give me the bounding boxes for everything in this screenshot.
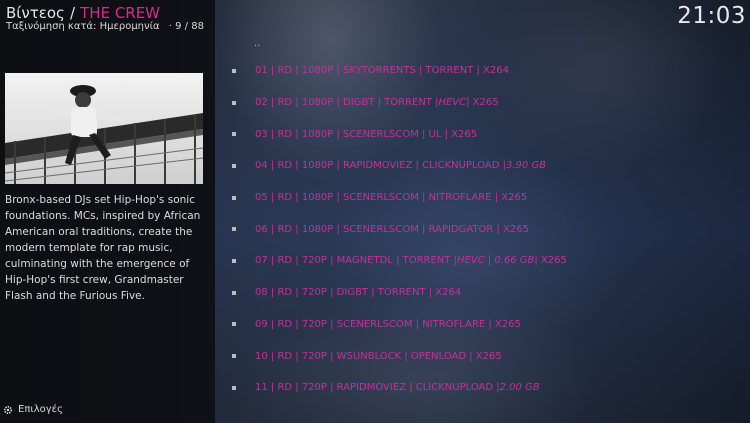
list-item-label: 01 | RD | 1080P | SKYTORRENTS | TORRENT … — [255, 65, 509, 77]
list-item-label: 11 | RD | 720P | RAPIDMOVIEZ | CLICKNUPL… — [255, 382, 500, 394]
square-bullet-icon — [232, 290, 236, 295]
list-item[interactable]: 02 | RD | 1080P | DIGBT | TORRENT | HEVC… — [228, 87, 748, 119]
parent-folder-item[interactable]: .. — [228, 38, 748, 55]
list-item-label: 08 | RD | 720P | DIGBT | TORRENT | X264 — [255, 287, 462, 299]
square-bullet-icon — [232, 100, 236, 105]
list-item-extra: 3.90 GB — [505, 160, 547, 172]
gear-icon — [3, 405, 13, 414]
page-title: THE CREW — [80, 4, 161, 22]
list-item-tail: | X265 — [534, 255, 567, 267]
list-item[interactable]: 07 | RD | 720P | MAGNETDL | TORRENT | HE… — [228, 245, 748, 277]
list-item[interactable]: 03 | RD | 1080P | SCENERLSCOM | UL | X26… — [228, 118, 748, 150]
square-bullet-icon — [232, 258, 236, 263]
list-item[interactable]: 05 | RD | 1080P | SCENERLSCOM | NITROFLA… — [228, 182, 748, 214]
breadcrumb-separator: / — [69, 4, 76, 22]
square-bullet-icon — [232, 195, 236, 200]
list-item[interactable]: 06 | RD | 1080P | SCENERLSCOM | RAPIDGAT… — [228, 213, 748, 245]
list-item[interactable]: 09 | RD | 720P | SCENERLSCOM | NITROFLAR… — [228, 309, 748, 341]
list-item[interactable]: 08 | RD | 720P | DIGBT | TORRENT | X264 — [228, 277, 748, 309]
list-item-label: 06 | RD | 1080P | SCENERLSCOM | RAPIDGAT… — [255, 223, 530, 235]
sort-info: Ταξινόμηση κατά: Ημερομηνία · 9 / 88 — [6, 21, 211, 32]
square-bullet-icon — [232, 68, 236, 73]
section-label: Βίντεος — [6, 4, 65, 22]
list-item[interactable]: 10 | RD | 720P | WSUNBLOCK | OPENLOAD | … — [228, 340, 748, 372]
item-count-value: 9 / 88 — [175, 21, 204, 32]
thumbnail-image — [5, 73, 203, 184]
item-count: · 9 / 88 — [168, 21, 204, 32]
breadcrumb: Βίντεος / THE CREW — [6, 3, 211, 22]
list-item[interactable]: 01 | RD | 1080P | SKYTORRENTS | TORRENT … — [228, 55, 748, 87]
square-bullet-icon — [232, 132, 236, 137]
list-item-label: 05 | RD | 1080P | SCENERLSCOM | NITROFLA… — [255, 192, 528, 204]
list-item-label: 07 | RD | 720P | MAGNETDL | TORRENT | — [255, 255, 457, 267]
plot-description: Bronx-based DJs set Hip-Hop's sonic foun… — [5, 194, 201, 302]
sort-label: Ταξινόμηση κατά: Ημερομηνία — [6, 21, 160, 32]
list-item-extra: HEVC — [438, 97, 467, 109]
square-bullet-icon — [232, 227, 236, 232]
list-item-extra: HEVC | 0.66 GB — [456, 255, 535, 267]
episode-thumbnail — [5, 73, 203, 184]
list-item[interactable]: 11 | RD | 720P | RAPIDMOVIEZ | CLICKNUPL… — [228, 372, 748, 404]
list-item-label: 04 | RD | 1080P | RAPIDMOVIEZ | CLICKNUP… — [255, 160, 506, 172]
list-item-label: 02 | RD | 1080P | DIGBT | TORRENT | — [255, 97, 439, 109]
square-bullet-icon — [232, 354, 236, 359]
options-button[interactable]: Επιλογές — [3, 404, 63, 415]
square-bullet-icon — [232, 385, 236, 390]
list-item-tail: | X265 — [466, 97, 499, 109]
clock: 21:03 — [677, 3, 746, 29]
list-item-label: 09 | RD | 720P | SCENERLSCOM | NITROFLAR… — [255, 318, 521, 330]
list-item-label: 03 | RD | 1080P | SCENERLSCOM | UL | X26… — [255, 128, 478, 140]
list-item-label: 10 | RD | 720P | WSUNBLOCK | OPENLOAD | … — [255, 350, 502, 362]
square-bullet-icon — [232, 322, 236, 327]
square-bullet-icon — [232, 163, 236, 168]
options-label: Επιλογές — [18, 404, 63, 415]
source-list: .. 01 | RD | 1080P | SKYTORRENTS | TORRE… — [228, 38, 748, 404]
list-item-extra: 2.00 GB — [499, 382, 540, 394]
list-item[interactable]: 04 | RD | 1080P | RAPIDMOVIEZ | CLICKNUP… — [228, 150, 748, 182]
